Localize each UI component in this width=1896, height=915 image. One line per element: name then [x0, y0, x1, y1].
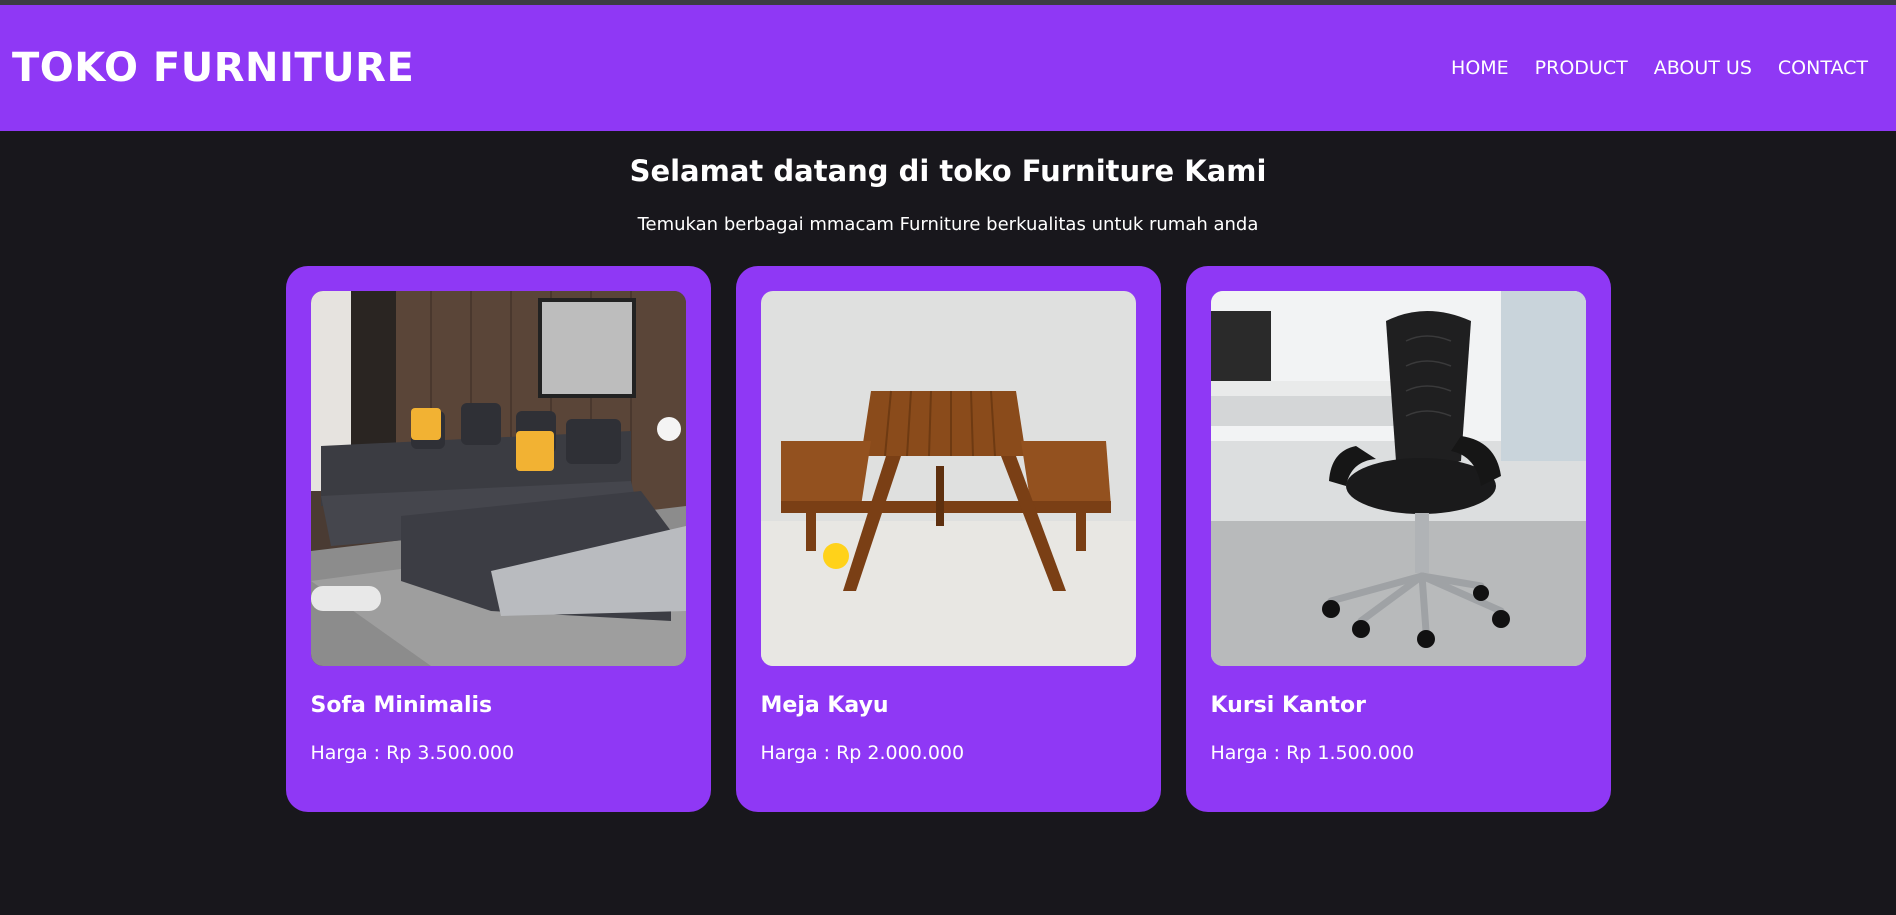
main-nav: HOME PRODUCT ABOUT US CONTACT [1451, 57, 1868, 79]
product-card-sofa[interactable]: Sofa Minimalis Harga : Rp 3.500.000 [285, 266, 711, 812]
product-name: Meja Kayu [760, 693, 889, 718]
product-name: Kursi Kantor [1210, 693, 1367, 718]
main-content: Selamat datang di toko Furniture Kami Te… [0, 154, 1896, 812]
product-name: Sofa Minimalis [310, 693, 493, 718]
product-card-meja-kayu[interactable]: Meja Kayu Harga : Rp 2.000.000 [735, 266, 1161, 812]
product-price: Harga : Rp 3.500.000 [310, 742, 515, 764]
site-header: TOKO FURNITURE HOME PRODUCT ABOUT US CON… [0, 5, 1896, 131]
page-subtitle: Temukan berbagai mmacam Furniture berkua… [637, 214, 1259, 235]
nav-about-us[interactable]: ABOUT US [1654, 57, 1752, 79]
nav-home[interactable]: HOME [1451, 57, 1509, 79]
page-title: Selamat datang di toko Furniture Kami [629, 154, 1267, 188]
product-price: Harga : Rp 1.500.000 [1210, 742, 1415, 764]
nav-contact[interactable]: CONTACT [1778, 57, 1868, 79]
nav-product[interactable]: PRODUCT [1535, 57, 1628, 79]
brand-logo[interactable]: TOKO FURNITURE [12, 45, 414, 91]
product-grid: Sofa Minimalis Harga : Rp 3.500.000 Meja… [0, 266, 1896, 812]
product-price: Harga : Rp 2.000.000 [760, 742, 965, 764]
product-card-kursi-kantor[interactable]: Kursi Kantor Harga : Rp 1.500.000 [1185, 266, 1611, 812]
wooden-table-photo [760, 291, 1136, 666]
office-chair-photo [1210, 291, 1586, 666]
sofa-photo [310, 291, 686, 666]
